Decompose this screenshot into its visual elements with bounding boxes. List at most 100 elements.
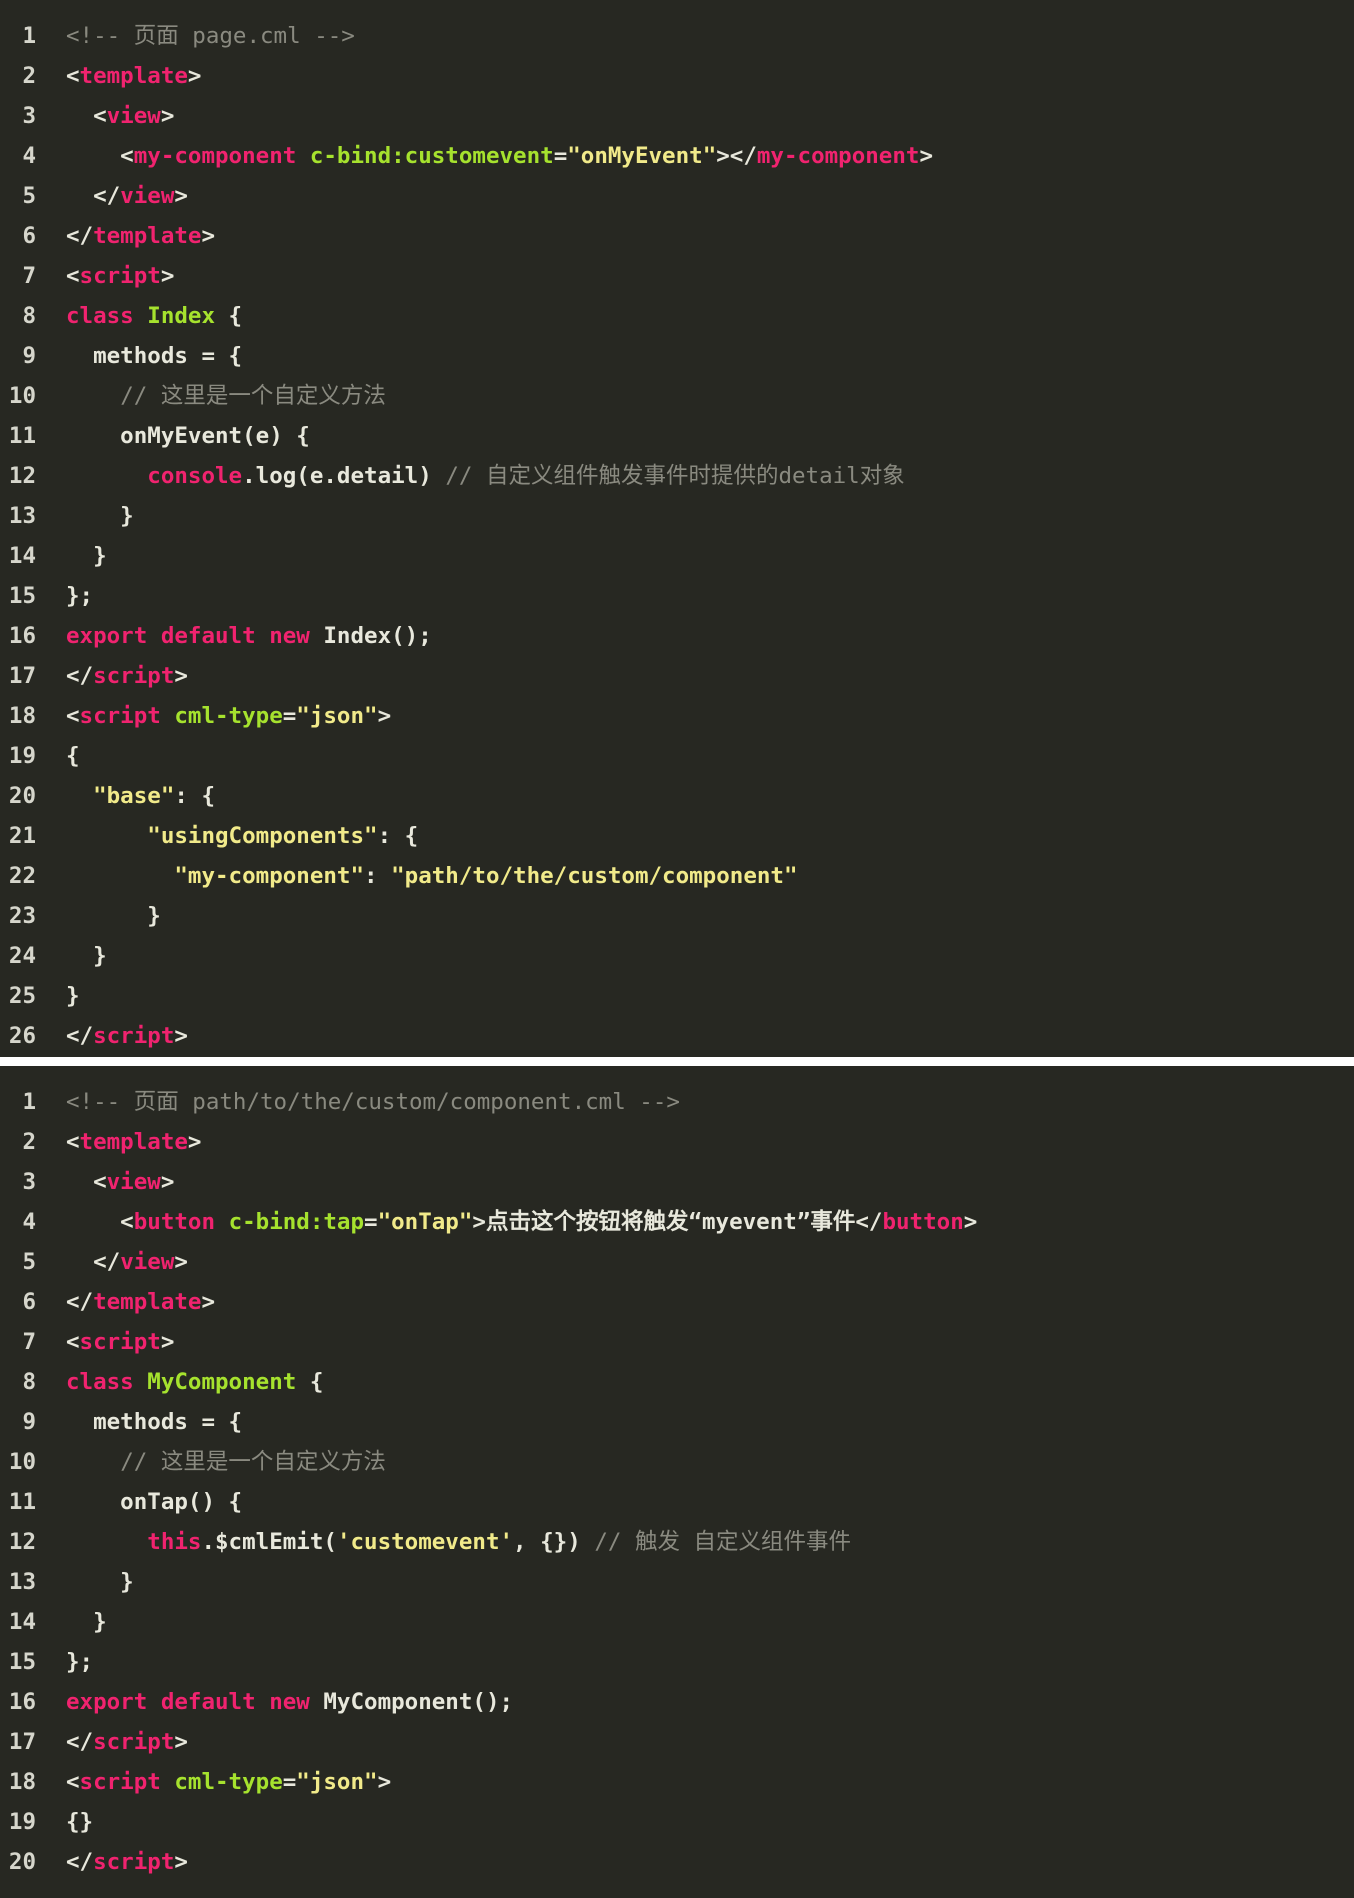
code-token-comment: // 这里是一个自定义方法 [120,1449,386,1475]
code-token-attr: c-bind:customevent [309,143,554,169]
code-token-punc: > [201,1289,216,1315]
code-token-tag: template [79,63,188,89]
code-token-plain: : { [377,823,419,849]
code-text: </template> [66,216,215,256]
code-text: } [66,536,107,576]
code-text: } [66,1602,107,1642]
line-number: 11 [8,1489,36,1515]
code-line: 1 <!-- 页面 page.cml --> [0,16,1354,56]
line-number: 19 [8,743,36,769]
code-text: <!-- 页面 path/to/the/custom/component.cml… [66,1082,680,1122]
code-line: 9 methods = { [0,1402,1354,1442]
code-line: 25} [0,976,1354,1016]
code-token-punc: > [174,1729,188,1755]
code-token-kw: new [269,623,310,649]
line-number: 1 [22,23,36,49]
line-number: 19 [8,1809,36,1835]
line-number: 18 [8,1769,36,1795]
code-line: 17 </script> [0,1722,1354,1762]
code-line: 7 <script> [0,1322,1354,1362]
line-number: 6 [22,223,36,249]
code-text: onTap() { [66,1482,242,1522]
line-number: 12 [8,463,36,489]
code-block-component-cml: 1 <!-- 页面 path/to/the/custom/component.cm… [0,1066,1354,1898]
code-token-tag: view [120,1249,175,1275]
code-token-punc: </ [66,1849,94,1875]
code-token-plain: } [66,943,107,969]
code-text: </template> [66,1282,215,1322]
code-line: 3 <view> [0,1162,1354,1202]
code-line: 24 } [0,936,1354,976]
code-token-plain: } [66,543,107,569]
code-line: 11 onMyEvent(e) { [0,416,1354,456]
line-number: 4 [22,1209,36,1235]
code-token-attr: cml-type [174,703,283,729]
code-text: } [66,976,80,1016]
code-token-tag: template [93,223,202,249]
code-text: "my-component": "path/to/the/custom/comp… [66,856,797,896]
code-text: <script cml-type="json"> [66,696,391,736]
code-text: </script> [66,1016,188,1056]
line-number: 3 [22,1169,36,1195]
code-token-punc: > [377,703,392,729]
code-token-tag: script [93,663,175,689]
code-token-str: "onTap" [377,1209,473,1235]
code-token-kw: new [269,1689,310,1715]
line-number: 9 [22,1409,36,1435]
code-token-kw: default [160,1689,256,1715]
line-number: 16 [8,623,36,649]
code-token-comment: // 触发 自定义组件事件 [594,1529,852,1555]
code-line: 22 "my-component": "path/to/the/custom/c… [0,856,1354,896]
code-token-plain: } [66,903,161,929]
code-token-punc: < [66,1769,80,1795]
code-text: <button c-bind:tap="onTap">点击这个按钮将触发“mye… [66,1202,977,1242]
line-number: 15 [8,583,36,609]
code-token-tag: script [93,1023,175,1049]
code-token-punc: > [174,1249,188,1275]
code-line: 10 // 这里是一个自定义方法 [0,1442,1354,1482]
line-number: 6 [22,1289,36,1315]
code-token-plain: } [66,1569,134,1595]
line-number: 14 [8,1609,36,1635]
code-line: 18 <script cml-type="json"> [0,696,1354,736]
code-token-punc: </ [66,663,94,689]
code-token-cls: MyComponent [147,1369,297,1395]
code-token-tag: script [79,1329,161,1355]
line-number: 16 [8,1689,36,1715]
code-token-tag: view [106,103,161,129]
code-token-tag: view [106,1169,161,1195]
line-number: 8 [22,303,36,329]
code-line: 14 } [0,1602,1354,1642]
line-number: 15 [8,1649,36,1675]
code-line: 3 <view> [0,96,1354,136]
line-number: 2 [22,1129,36,1155]
code-token-punc: < [66,143,134,169]
code-token-plain: {} [66,1809,94,1835]
line-number: 20 [8,783,36,809]
code-text: <script> [66,256,174,296]
line-number: 22 [8,863,36,889]
code-token-plain: { [66,743,80,769]
code-token-punc: = [282,703,297,729]
code-text: class Index { [66,296,242,336]
code-token-plain: methods = { [66,343,243,369]
code-token-kw: export [66,1689,148,1715]
code-line: 11 onTap() { [0,1482,1354,1522]
code-text: } [66,936,107,976]
code-token-punc: = [553,143,568,169]
code-token-kw: class [66,1369,134,1395]
code-line: 2 <template> [0,1122,1354,1162]
code-line: 12 this.$cmlEmit('customevent', {}) // 触… [0,1522,1354,1562]
code-token-punc: > [174,1849,188,1875]
code-line: 16 export default new Index(); [0,616,1354,656]
code-token-punc: > [160,263,175,289]
code-text: </view> [66,176,188,216]
code-line: 2 <template> [0,56,1354,96]
code-token-plain: MyComponent(); [309,1689,514,1715]
line-number: 1 [22,1089,36,1115]
code-token-punc: < [66,103,107,129]
